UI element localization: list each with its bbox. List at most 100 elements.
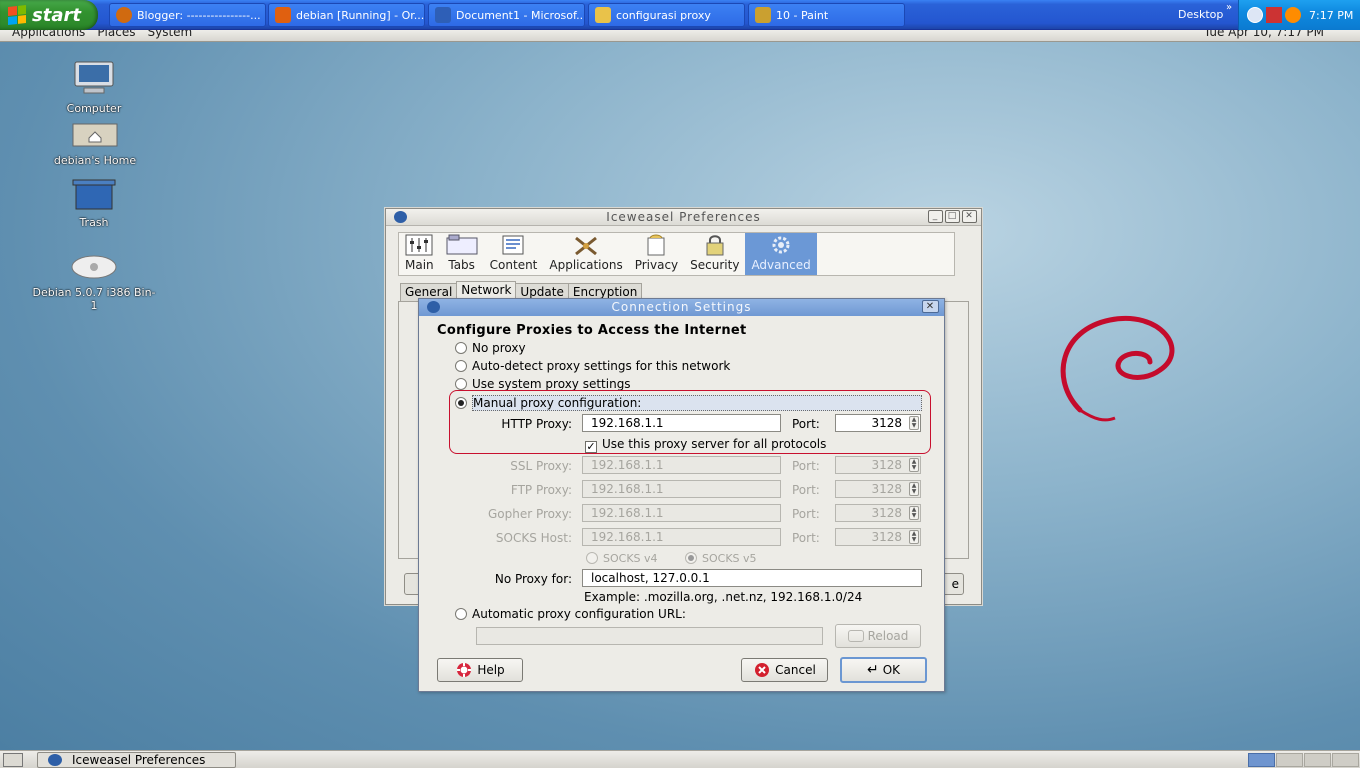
taskbar-item-label: Blogger: ----------------...: [137, 8, 261, 22]
pane-label: Main: [405, 258, 434, 272]
tray-back-icon[interactable]: [1247, 7, 1263, 23]
close-button[interactable]: ✕: [922, 300, 939, 313]
xp-clock: 7:17 PM: [1309, 8, 1354, 22]
places-menu[interactable]: Places: [97, 30, 135, 39]
radio-indicator: [455, 608, 467, 620]
button-label: OK: [882, 663, 901, 677]
spin-arrows-icon[interactable]: ▲ ▼: [909, 506, 919, 520]
spin-arrows-icon[interactable]: ▲ ▼: [909, 530, 919, 544]
radio-system-proxy[interactable]: Use system proxy settings: [455, 377, 631, 391]
pane-privacy[interactable]: Privacy: [629, 233, 684, 275]
taskbar-item-paint[interactable]: 10 - Paint: [748, 3, 905, 27]
spin-arrows-icon[interactable]: ▲ ▼: [909, 458, 919, 472]
spin-arrows-icon[interactable]: ▲ ▼: [909, 482, 919, 496]
radio-label: SOCKS v4: [603, 552, 658, 565]
radio-auto-detect[interactable]: Auto-detect proxy settings for this netw…: [455, 359, 730, 373]
socks-port-label: Port:: [792, 531, 820, 545]
highlight-annotation: [449, 390, 931, 454]
gnome-top-panel: Applications Places System Tue Apr 10, 7…: [0, 30, 1360, 42]
pane-main[interactable]: Main: [399, 233, 440, 275]
cancel-button[interactable]: Cancel: [741, 658, 828, 682]
desktop-icon-label: debian's Home: [53, 154, 137, 167]
virtualbox-icon: [275, 7, 291, 23]
pane-label: Content: [489, 258, 538, 272]
desktop-icon-computer[interactable]: Computer: [50, 60, 138, 115]
minimize-button[interactable]: _: [928, 210, 943, 223]
gopher-proxy-input[interactable]: 192.168.1.1: [582, 504, 781, 522]
preferences-titlebar[interactable]: Iceweasel Preferences _ □ ✕: [386, 209, 981, 226]
antivirus-icon[interactable]: [1285, 7, 1301, 23]
firefox-icon: [116, 7, 132, 23]
desktop-icon-trash[interactable]: Trash: [60, 178, 128, 229]
ssl-proxy-input[interactable]: 192.168.1.1: [582, 456, 781, 474]
gopher-port-spinner[interactable]: 3128 ▲ ▼: [835, 504, 921, 522]
trash-icon: [72, 179, 116, 210]
network-icon[interactable]: [1266, 7, 1282, 23]
pane-label: Applications: [549, 258, 623, 272]
pane-label: Security: [690, 258, 740, 272]
help-button[interactable]: Help: [437, 658, 523, 682]
socks-host-input[interactable]: 192.168.1.1: [582, 528, 781, 546]
pane-advanced[interactable]: Advanced: [745, 233, 817, 275]
auto-config-url-input[interactable]: [476, 627, 823, 645]
taskbar-item-label: debian [Running] - Or...: [296, 8, 425, 22]
proxy-heading: Configure Proxies to Access the Internet: [437, 323, 747, 338]
workspace-2[interactable]: [1276, 753, 1303, 767]
applications-menu[interactable]: Applications: [12, 30, 85, 39]
content-icon: [502, 235, 524, 255]
pane-security[interactable]: Security: [684, 233, 745, 275]
window-list-item-preferences[interactable]: Iceweasel Preferences: [37, 752, 236, 768]
iceweasel-icon: [394, 211, 407, 223]
workspace-3[interactable]: [1304, 753, 1331, 767]
gnome-clock[interactable]: Tue Apr 10, 7:17 PM: [1204, 30, 1324, 39]
xp-taskbar: start Blogger: ----------------... debia…: [0, 0, 1360, 30]
desktop-toolbar-label[interactable]: Desktop: [1178, 8, 1223, 21]
radio-socks-v4[interactable]: SOCKS v4: [586, 552, 658, 565]
desktop-icon-label: Debian 5.0.7 i386 Bin-1: [32, 286, 156, 312]
chevron-right-icon[interactable]: »: [1226, 2, 1232, 13]
pane-label: Privacy: [634, 258, 679, 272]
close-button[interactable]: ✕: [962, 210, 977, 223]
taskbar-item-blogger[interactable]: Blogger: ----------------...: [109, 3, 266, 27]
system-menu[interactable]: System: [147, 30, 192, 39]
desktop-icon-cdrom[interactable]: Debian 5.0.7 i386 Bin-1: [30, 254, 158, 312]
reload-button[interactable]: Reload: [835, 624, 921, 648]
no-proxy-input[interactable]: localhost, 127.0.0.1: [582, 569, 922, 587]
gopher-port-label: Port:: [792, 507, 820, 521]
radio-no-proxy[interactable]: No proxy: [455, 341, 526, 355]
pane-content[interactable]: Content: [484, 233, 544, 275]
pane-label: Tabs: [448, 258, 475, 272]
socks-port-spinner[interactable]: 3128 ▲ ▼: [835, 528, 921, 546]
no-proxy-example: Example: .mozilla.org, .net.nz, 192.168.…: [584, 590, 863, 604]
start-button[interactable]: start: [0, 0, 98, 30]
taskbar-item-virtualbox[interactable]: debian [Running] - Or...: [268, 3, 425, 27]
radio-label: Auto-detect proxy settings for this netw…: [472, 359, 731, 373]
ssl-port-label: Port:: [792, 459, 820, 473]
taskbar-item-word[interactable]: Document1 - Microsof...: [428, 3, 585, 27]
taskbar-item-folder[interactable]: configurasi proxy: [588, 3, 745, 27]
workspace-1[interactable]: [1248, 753, 1275, 767]
button-label: Cancel: [775, 663, 816, 677]
connection-settings-titlebar[interactable]: Connection Settings ✕: [419, 299, 944, 316]
radio-auto-config-url[interactable]: Automatic proxy configuration URL:: [455, 607, 686, 621]
enter-arrow-icon: ↵: [866, 662, 879, 678]
desktop-icon-home[interactable]: debian's Home: [40, 120, 150, 167]
ftp-port-label: Port:: [792, 483, 820, 497]
pane-tabs[interactable]: Tabs: [440, 233, 484, 275]
desktop-icon-label: Trash: [79, 216, 109, 229]
ssl-proxy-label: SSL Proxy:: [510, 459, 572, 473]
workspace-4[interactable]: [1332, 753, 1359, 767]
ftp-port-spinner[interactable]: 3128 ▲ ▼: [835, 480, 921, 498]
show-desktop-icon[interactable]: [3, 753, 23, 767]
maximize-button[interactable]: □: [945, 210, 960, 223]
radio-socks-v5[interactable]: SOCKS v5: [685, 552, 757, 565]
port-value: 3128: [871, 458, 902, 472]
ssl-port-spinner[interactable]: 3128 ▲ ▼: [835, 456, 921, 474]
taskbar-item-label: configurasi proxy: [616, 8, 711, 22]
pane-applications[interactable]: Applications: [543, 233, 628, 275]
gopher-proxy-label: Gopher Proxy:: [487, 507, 572, 521]
reload-icon: [847, 630, 864, 642]
ok-button[interactable]: ↵ OK: [840, 657, 927, 683]
paint-icon: [755, 7, 771, 23]
ftp-proxy-input[interactable]: 192.168.1.1: [582, 480, 781, 498]
